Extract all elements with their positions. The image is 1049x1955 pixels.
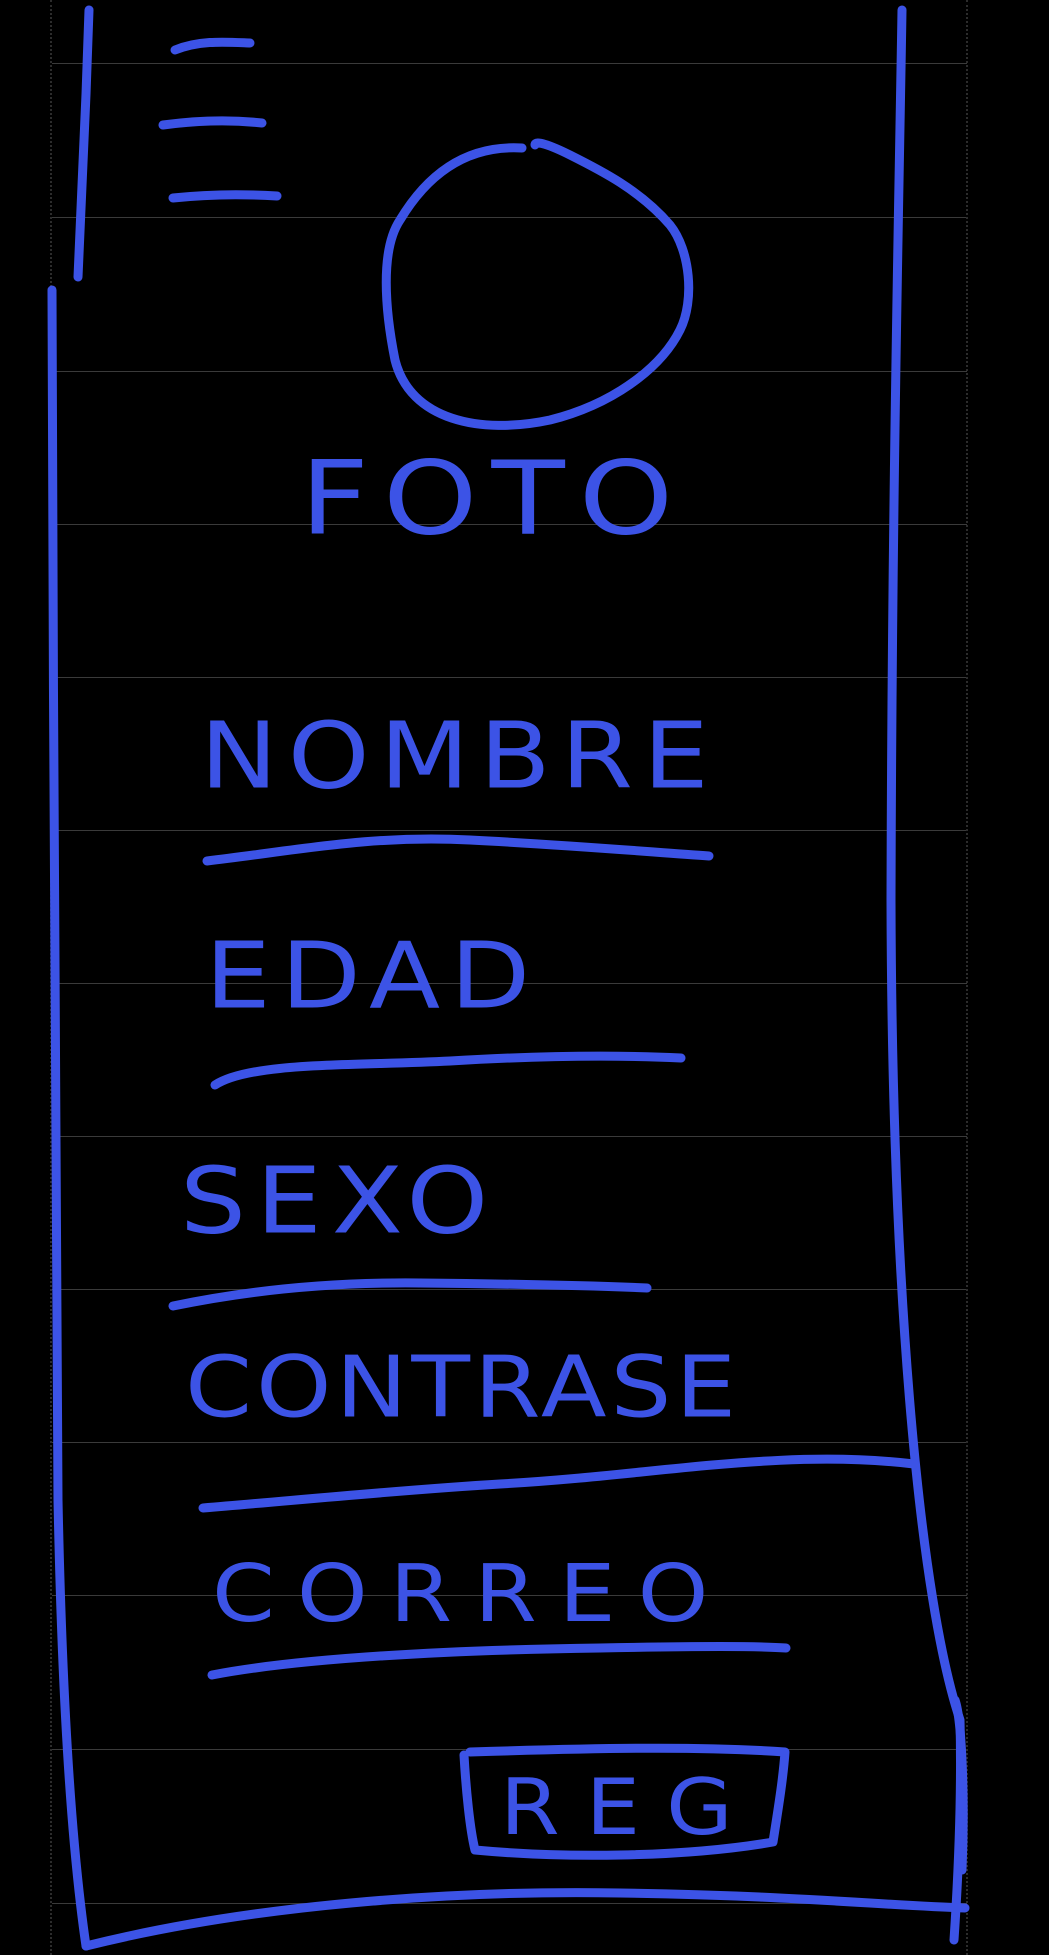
register-button[interactable]: REG <box>500 1763 759 1853</box>
correo-field-label[interactable]: CORREO <box>212 1548 730 1640</box>
sexo-field-label[interactable]: SEXO <box>180 1147 498 1254</box>
contrase-underline <box>198 1454 919 1513</box>
contrase-field-label[interactable]: CONTRASE <box>185 1338 740 1437</box>
edad-field-label[interactable]: EDAD <box>205 922 540 1029</box>
sexo-underline <box>168 1278 652 1311</box>
hamburger-menu-icon <box>158 37 282 203</box>
correo-underline <box>207 1642 791 1680</box>
nombre-field-label[interactable]: NOMBRE <box>200 702 719 809</box>
phone-frame-right-edge <box>886 5 966 1945</box>
phone-frame-bottom-edge <box>81 1888 970 1951</box>
profile-photo-circle-icon <box>381 138 694 430</box>
edad-underline <box>210 1051 686 1090</box>
wireframe-page: FOTO NOMBRE EDAD SEXO CONTRASE CORREO RE… <box>0 0 1049 1955</box>
photo-label: FOTO <box>300 440 688 559</box>
phone-frame-left-edge <box>47 5 94 1951</box>
nombre-underline <box>202 834 714 866</box>
